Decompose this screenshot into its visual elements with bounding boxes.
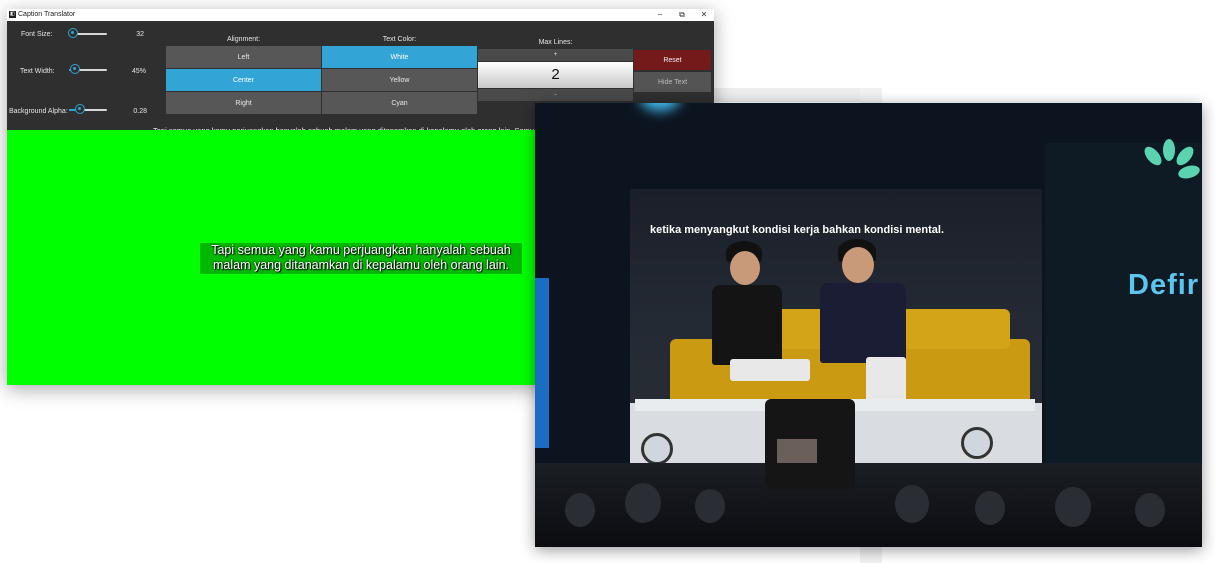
person-head <box>730 251 760 285</box>
max-lines-increment-button[interactable]: + <box>478 49 633 61</box>
background-alpha-value: 0.28 <box>133 108 147 115</box>
stage-light-glow <box>640 103 680 111</box>
close-icon[interactable]: ✕ <box>693 9 715 21</box>
title-bar: ◧ Caption Translator – ⧉ ✕ <box>7 9 714 21</box>
align-right-button[interactable]: Right <box>166 92 321 114</box>
text-color-header: Text Color: <box>382 36 417 43</box>
video-player-window[interactable]: Defir ketika menyangkut kondisi kerja ba… <box>535 103 1202 547</box>
audience-head <box>695 489 725 523</box>
screen-caption: ketika menyangkut kondisi kerja bahkan k… <box>650 224 945 236</box>
stage-backdrop <box>1045 143 1202 463</box>
stage-light-icon <box>641 433 673 465</box>
caption-overlay: Tapi semua yang kamu perjuangkan hanyala… <box>200 243 522 274</box>
maximize-icon[interactable]: ⧉ <box>671 9 693 21</box>
max-lines-decrement-button[interactable]: - <box>478 89 633 101</box>
video-camera <box>765 399 855 489</box>
text-width-label: Text Width: <box>20 68 55 75</box>
logo-leaf-icon <box>1163 139 1175 161</box>
font-size-label: Font Size: <box>21 31 53 38</box>
person-pants <box>730 359 810 381</box>
stage-led-panel <box>535 278 549 448</box>
alignment-header: Alignment: <box>226 36 261 43</box>
audience-head <box>625 483 661 523</box>
text-width-value: 45% <box>131 68 146 75</box>
color-cyan-button[interactable]: Cyan <box>322 92 477 114</box>
max-lines-value[interactable]: 2 <box>478 62 633 88</box>
audience-head <box>895 485 929 523</box>
slider-knob[interactable] <box>74 104 85 114</box>
caption-line-2: malam yang ditanamkan di kepalamu oleh o… <box>212 258 509 272</box>
desktop-background-strip <box>714 88 882 102</box>
slider-knob[interactable] <box>68 28 78 38</box>
minimize-icon[interactable]: – <box>649 9 671 21</box>
hide-text-button[interactable]: Hide Text <box>634 72 711 92</box>
audience-head <box>975 491 1005 525</box>
audience <box>535 463 1202 547</box>
caption-line-1: Tapi semua yang kamu perjuangkan hanyala… <box>211 243 511 257</box>
max-lines-header: Max Lines: <box>538 39 573 46</box>
person-left <box>712 285 782 365</box>
align-left-button[interactable]: Left <box>166 46 321 68</box>
reset-button[interactable]: Reset <box>634 50 711 70</box>
person-head <box>842 247 874 283</box>
background-alpha-slider[interactable] <box>69 104 107 115</box>
audience-head <box>1055 487 1091 527</box>
app-icon: ◧ <box>9 11 16 18</box>
text-width-slider[interactable] <box>69 64 107 75</box>
align-center-button[interactable]: Center <box>166 69 321 91</box>
audience-head <box>565 493 595 527</box>
camera-viewfinder <box>777 439 817 463</box>
slider-knob[interactable] <box>69 64 80 74</box>
color-yellow-button[interactable]: Yellow <box>322 69 477 91</box>
window-title: Caption Translator <box>18 11 76 18</box>
font-size-slider[interactable] <box>68 28 107 39</box>
audience-head <box>1135 493 1165 527</box>
person-right <box>820 283 906 363</box>
stage-light-icon <box>961 427 993 459</box>
background-alpha-label: Background Alpha: <box>9 108 68 115</box>
brand-text: Defir <box>1128 269 1200 301</box>
color-white-button[interactable]: White <box>322 46 477 68</box>
font-size-value: 32 <box>136 31 144 38</box>
